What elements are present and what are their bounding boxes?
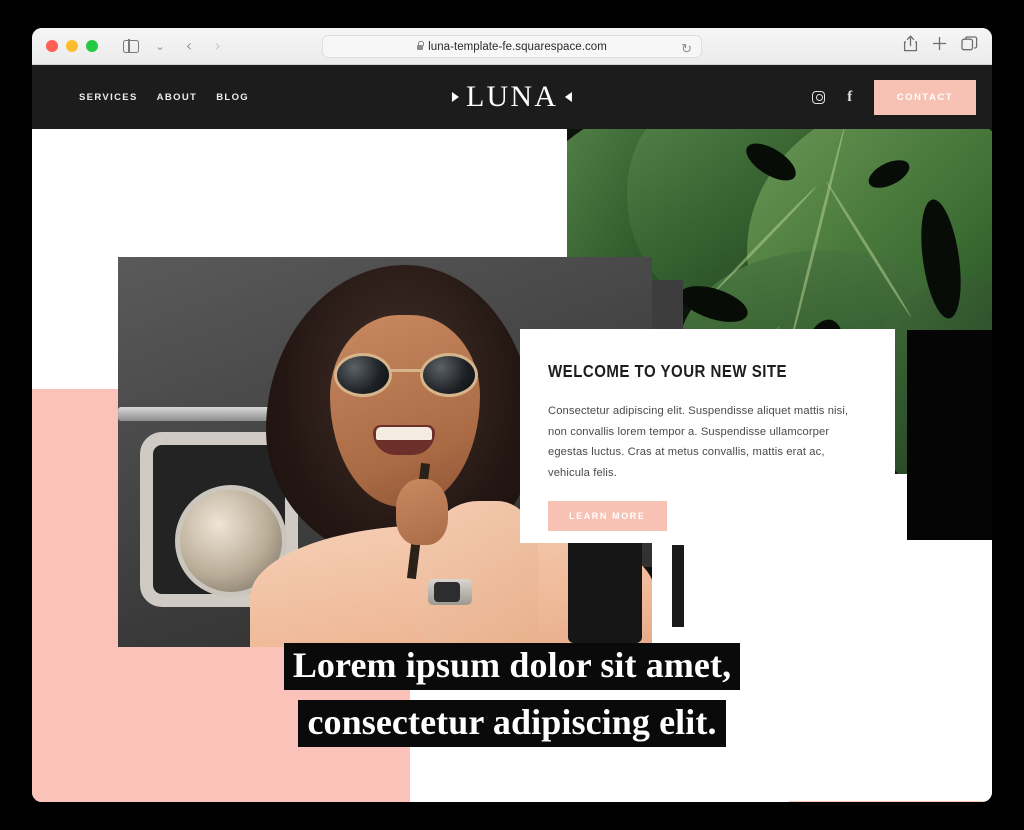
site-header: SERVICES ABOUT BLOG LUNA f CONTACT [32, 65, 992, 129]
show-tabs-button[interactable] [961, 36, 978, 56]
plus-icon [932, 36, 947, 51]
welcome-body-text: Consectetur adipiscing elit. Suspendisse… [548, 405, 849, 480]
pink-accent-strip [789, 801, 992, 802]
tab-overview-chevron-button[interactable]: ⌄ [147, 35, 173, 57]
toolbar-left-group: ⌄ ‹ › [118, 35, 231, 57]
sunglasses [332, 353, 480, 397]
site-logo[interactable]: LUNA [451, 80, 573, 114]
back-button[interactable]: ‹ [176, 35, 202, 57]
address-bar[interactable]: luna-template-fe.squarespace.com ↻ [322, 35, 702, 58]
subject-teeth [376, 427, 432, 440]
facebook-link[interactable]: f [843, 88, 857, 105]
share-icon [903, 35, 918, 52]
headline-text-2: consectetur adipiscing elit. [298, 700, 726, 748]
browser-window: ⌄ ‹ › luna-template-fe.squarespace.com ↻ [32, 28, 992, 802]
triangle-right-icon [451, 92, 459, 102]
subject-hand [396, 479, 448, 545]
welcome-card: WELCOME TO YOUR NEW SITE Consectetur adi… [520, 329, 895, 543]
logo-text: LUNA [465, 80, 559, 113]
maximize-window-button[interactable] [86, 40, 98, 52]
instagram-icon [812, 90, 826, 104]
share-button[interactable] [903, 35, 918, 57]
instagram-link[interactable] [812, 90, 826, 104]
learn-more-button[interactable]: LEARN MORE [548, 500, 667, 531]
sidebar-toggle-button[interactable] [118, 35, 144, 57]
black-accent-block [907, 330, 992, 540]
primary-navigation: SERVICES ABOUT BLOG [79, 92, 249, 103]
sunglasses-lens-left [334, 353, 392, 397]
chevron-down-icon: ⌄ [155, 40, 165, 53]
small-dark-accent-block [672, 545, 684, 627]
triangle-left-icon [565, 92, 573, 102]
header-actions: f CONTACT [812, 79, 976, 115]
sunglasses-lens-right [420, 353, 478, 397]
chevron-right-icon: › [214, 36, 222, 55]
subject-smile [373, 425, 435, 455]
url-text: luna-template-fe.squarespace.com [428, 40, 607, 53]
nav-item-blog[interactable]: BLOG [216, 92, 249, 103]
contact-button[interactable]: CONTACT [873, 79, 976, 115]
close-window-button[interactable] [46, 40, 58, 52]
wristwatch [428, 579, 472, 605]
window-controls [46, 40, 98, 52]
toolbar-right-group [903, 35, 978, 57]
nav-item-about[interactable]: ABOUT [157, 92, 198, 103]
sunglasses-bridge [390, 369, 424, 372]
reload-icon[interactable]: ↻ [681, 41, 692, 57]
tabs-icon [961, 36, 978, 51]
headline-line-2: consectetur adipiscing elit. [32, 698, 992, 748]
new-tab-button[interactable] [932, 36, 947, 56]
nav-item-services[interactable]: SERVICES [79, 92, 138, 103]
headline-text-1: Lorem ipsum dolor sit amet, [283, 643, 741, 690]
wristwatch-face [434, 582, 460, 602]
page-viewport: SERVICES ABOUT BLOG LUNA f CONTACT WELCO… [32, 65, 992, 802]
browser-toolbar: ⌄ ‹ › luna-template-fe.squarespace.com ↻ [32, 28, 992, 65]
lock-icon [417, 41, 425, 50]
sidebar-icon [123, 39, 139, 53]
welcome-title: WELCOME TO YOUR NEW SITE [548, 361, 788, 381]
headline-line-1: Lorem ipsum dolor sit amet, [32, 641, 992, 690]
chevron-left-icon: ‹ [185, 36, 193, 55]
minimize-window-button[interactable] [66, 40, 78, 52]
facebook-icon: f [847, 88, 853, 105]
forward-button[interactable]: › [205, 35, 231, 57]
hero-headline: Lorem ipsum dolor sit amet, consectetur … [32, 641, 992, 755]
